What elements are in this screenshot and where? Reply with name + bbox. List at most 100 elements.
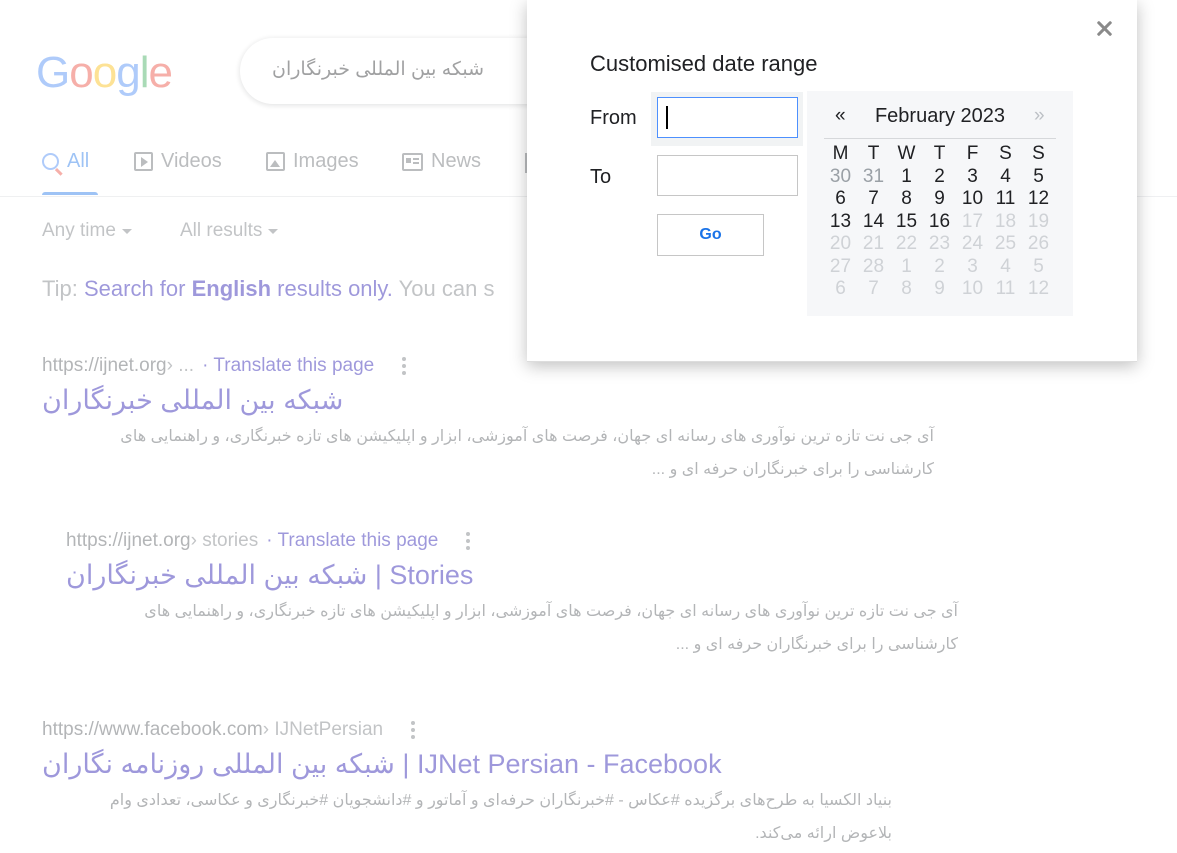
tab-all[interactable]: All: [42, 150, 98, 195]
weekday-header: T: [933, 143, 946, 164]
calendar-day: 26: [1027, 233, 1050, 254]
from-label: From: [590, 107, 637, 129]
calendar-day: 12: [1027, 278, 1050, 299]
custom-date-range-dialog: Customised date range From To Go Februar…: [527, 0, 1137, 362]
english-results-link[interactable]: Search for English results only.: [84, 276, 393, 301]
calendar-header: February 2023 « »: [824, 91, 1056, 139]
caret-down-icon: [121, 228, 132, 234]
calendar-day[interactable]: 7: [857, 188, 890, 211]
calendar-day: 2: [934, 255, 945, 277]
calendar-day[interactable]: 8: [890, 188, 923, 211]
all-results-dropdown[interactable]: All results: [180, 220, 279, 242]
translate-link[interactable]: · Translate this page: [266, 530, 438, 552]
calendar-day: 18: [994, 210, 1017, 232]
calendar-day: 21: [862, 233, 885, 254]
result-url: https://ijnet.org › stories · Translate …: [66, 530, 958, 552]
tab-news[interactable]: News: [402, 150, 481, 173]
calendar-day: 4: [1000, 255, 1011, 277]
all-results-label: All results: [180, 220, 263, 241]
caret-down-icon: [268, 228, 279, 234]
any-time-label: Any time: [42, 220, 116, 241]
calendar-day[interactable]: 12: [1022, 188, 1055, 211]
tab-videos-label: Videos: [161, 150, 222, 172]
news-icon: [402, 152, 423, 171]
calendar-day: 23: [928, 233, 951, 254]
image-icon: [266, 152, 285, 171]
next-month-button[interactable]: »: [1034, 105, 1045, 127]
google-logo: Google: [36, 48, 173, 97]
search-tip: Tip: Search for English results only. Yo…: [42, 276, 495, 301]
search-query-text: شبکه بین المللی خبرنگاران: [272, 59, 485, 80]
calendar-day[interactable]: 1: [890, 166, 923, 189]
calendar-day: 11: [995, 278, 1016, 299]
calendar-day[interactable]: 30: [824, 166, 857, 189]
translate-link[interactable]: · Translate this page: [202, 355, 374, 377]
search-icon: [42, 153, 59, 170]
previous-month-button[interactable]: «: [835, 105, 846, 127]
calendar-day[interactable]: 4: [989, 166, 1022, 189]
result-title[interactable]: شبکه بین المللی خبرنگاران | Stories: [66, 560, 958, 591]
more-options-icon[interactable]: [411, 721, 416, 739]
search-result: https://www.facebook.com › IJNetPersian …: [42, 719, 892, 850]
calendar-day: 22: [895, 233, 918, 254]
to-date-input[interactable]: [657, 155, 798, 196]
result-snippet: آی جی نت تازه ترین نوآوری های رسانه ای ج…: [144, 603, 958, 653]
calendar-day[interactable]: 15: [890, 211, 923, 234]
more-options-icon[interactable]: [466, 532, 471, 550]
result-snippet: آی جی نت تازه ترین نوآوری های رسانه ای ج…: [120, 428, 934, 478]
search-result: https://ijnet.org › ... · Translate this…: [42, 355, 934, 486]
calendar-day: 24: [961, 233, 984, 254]
calendar-day[interactable]: 9: [923, 188, 956, 211]
calendar-day: 7: [868, 278, 879, 299]
calendar-day[interactable]: 5: [1022, 166, 1055, 189]
calendar-day: 3: [967, 255, 978, 277]
weekday-header: F: [966, 143, 979, 164]
tab-all-label: All: [67, 150, 90, 172]
calendar-day: 8: [901, 278, 912, 299]
result-url: https://www.facebook.com › IJNetPersian: [42, 719, 892, 741]
calendar-day: 20: [829, 233, 852, 254]
calendar-month-label: February 2023: [874, 105, 1006, 127]
calendar-day[interactable]: 11: [989, 188, 1022, 211]
dialog-title: Customised date range: [590, 51, 818, 76]
calendar-day: 10: [961, 278, 984, 299]
calendar-day[interactable]: 16: [923, 211, 956, 234]
calendar-day[interactable]: 10: [956, 188, 989, 211]
calendar-day[interactable]: 31: [857, 166, 890, 189]
calendar-day: 9: [934, 278, 945, 299]
calendar-day: 28: [862, 255, 885, 277]
weekday-header: S: [1032, 143, 1045, 164]
calendar-day: 5: [1033, 255, 1044, 277]
tab-images[interactable]: Images: [266, 150, 359, 173]
result-title[interactable]: شبکه بین المللی خبرنگاران: [42, 385, 934, 416]
to-label: To: [590, 166, 612, 188]
calendar-day: 25: [994, 233, 1017, 254]
result-snippet: بنیاد الکسیا به طرح‌های برگزیده #عکاس - …: [109, 792, 892, 842]
close-icon[interactable]: [1094, 18, 1116, 40]
date-picker-calendar: February 2023 « » M T W T F S S 30 31 1 2 3 4 5 6 7 8 9 10…: [807, 91, 1073, 316]
tab-videos[interactable]: Videos: [134, 150, 222, 173]
any-time-dropdown[interactable]: Any time: [42, 220, 132, 242]
calendar-day[interactable]: 6: [824, 188, 857, 211]
video-icon: [134, 152, 153, 171]
calendar-grid: M T W T F S S 30 31 1 2 3 4 5 6 7 8 9 10 11 12 13 14 15 16 17 18 19…: [824, 143, 1056, 301]
weekday-header: M: [832, 143, 849, 164]
from-date-input[interactable]: [657, 97, 798, 138]
weekday-header: S: [999, 143, 1012, 164]
result-title[interactable]: شبکه بین المللی روزنامه نگاران | IJNet P…: [42, 749, 892, 780]
calendar-day[interactable]: 13: [824, 211, 857, 234]
calendar-day: 19: [1027, 210, 1050, 232]
more-options-icon[interactable]: [402, 357, 407, 375]
text-cursor: [666, 106, 668, 129]
tab-images-label: Images: [293, 150, 359, 172]
calendar-day: 27: [829, 255, 852, 277]
go-button[interactable]: Go: [657, 214, 764, 256]
tab-news-label: News: [431, 150, 482, 172]
calendar-day: 17: [961, 210, 984, 232]
calendar-day[interactable]: 3: [956, 166, 989, 189]
calendar-day[interactable]: 2: [923, 166, 956, 189]
calendar-day: 1: [901, 255, 912, 277]
search-result: https://ijnet.org › stories · Translate …: [66, 530, 958, 661]
active-tab-indicator: [42, 192, 98, 195]
calendar-day[interactable]: 14: [857, 211, 890, 234]
